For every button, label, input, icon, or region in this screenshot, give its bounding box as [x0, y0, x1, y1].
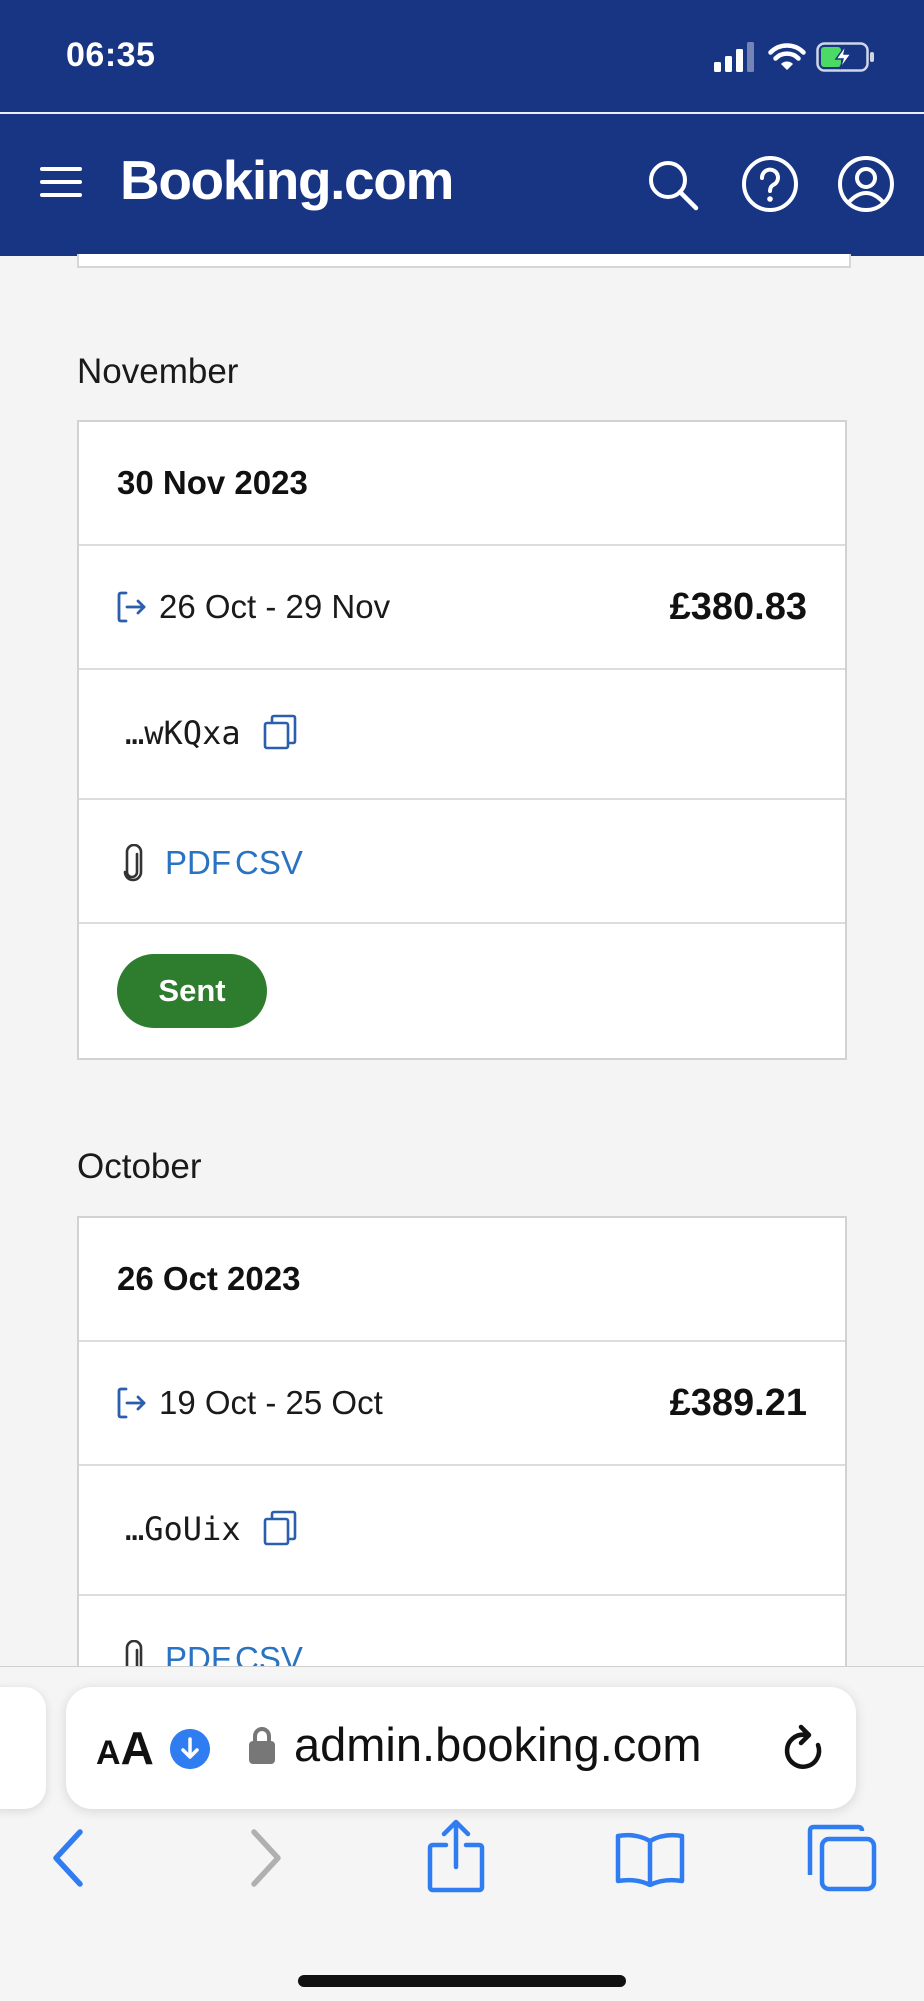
pdf-download-link[interactable]: PDF — [165, 1640, 231, 1666]
csv-download-link[interactable]: CSV — [235, 844, 303, 882]
battery-charging-icon — [816, 42, 874, 72]
home-indicator — [298, 1975, 626, 1987]
lock-icon — [249, 1727, 275, 1764]
statement-period: 19 Oct - 25 Oct — [159, 1384, 383, 1421]
back-icon[interactable] — [48, 1827, 88, 1889]
copy-icon[interactable] — [263, 1510, 297, 1546]
wifi-icon — [768, 43, 806, 70]
browser-toolbar: AA admin.booking.com — [0, 1666, 924, 2001]
address-bar[interactable]: AA admin.booking.com — [66, 1687, 856, 1809]
statement-files-row: PDF CSV — [79, 800, 845, 924]
booking-header: Booking.com — [0, 112, 924, 256]
reader-options-button[interactable]: AA — [96, 1721, 154, 1775]
status-badge: Sent — [117, 954, 267, 1028]
share-icon[interactable] — [426, 1819, 486, 1893]
search-icon[interactable] — [642, 154, 702, 214]
statement-reference: …GoUix — [125, 1510, 241, 1548]
status-time: 06:35 — [66, 36, 156, 74]
statement-card: 26 Oct 2023 19 Oct - 25 Oct £389.21 …GoU… — [77, 1216, 847, 1666]
copy-icon[interactable] — [263, 714, 297, 750]
attachment-icon — [125, 1640, 143, 1666]
statement-date: 26 Oct 2023 — [117, 1260, 301, 1297]
statement-period-row: 19 Oct - 25 Oct £389.21 — [79, 1342, 845, 1466]
bookmarks-icon[interactable] — [614, 1831, 686, 1887]
statement-reference-row: …GoUix — [79, 1466, 845, 1596]
attachment-icon — [123, 844, 143, 882]
statement-amount: £380.83 — [669, 586, 807, 628]
previous-tab-preview[interactable] — [0, 1687, 46, 1809]
statement-period: 26 Oct - 29 Nov — [159, 588, 391, 625]
csv-download-link[interactable]: CSV — [235, 1640, 303, 1666]
statement-period-row: 26 Oct - 29 Nov £380.83 — [79, 546, 845, 670]
statement-reference-row: …wKQxa — [79, 670, 845, 800]
forward-icon[interactable] — [246, 1827, 286, 1889]
month-heading: October — [77, 1147, 202, 1186]
tabs-icon[interactable] — [806, 1823, 878, 1893]
statement-date: 30 Nov 2023 — [117, 464, 308, 501]
statement-date-row: 26 Oct 2023 — [79, 1218, 845, 1342]
account-icon[interactable] — [836, 154, 896, 214]
period-arrow-icon — [117, 591, 146, 623]
pdf-download-link[interactable]: PDF — [165, 844, 231, 882]
statement-files-row: PDF CSV — [79, 1596, 845, 1666]
previous-card — [77, 254, 851, 268]
cellular-signal-icon — [714, 42, 754, 72]
statement-amount: £389.21 — [669, 1382, 807, 1424]
help-icon[interactable] — [740, 154, 800, 214]
period-arrow-icon — [117, 1387, 146, 1419]
statement-date-row: 30 Nov 2023 — [79, 422, 845, 546]
month-heading: November — [77, 352, 239, 391]
url-text[interactable]: admin.booking.com — [294, 1717, 702, 1772]
booking-logo[interactable]: Booking.com — [120, 148, 454, 212]
statement-reference: …wKQxa — [125, 714, 241, 752]
download-indicator-icon[interactable] — [170, 1729, 210, 1769]
reload-icon[interactable] — [780, 1723, 828, 1775]
statement-card: 30 Nov 2023 26 Oct - 29 Nov £380.83 …wKQ… — [77, 420, 847, 1060]
statement-status-row: Sent — [79, 924, 845, 1058]
statements-list: November 30 Nov 2023 26 Oct - 29 Nov £38… — [0, 254, 924, 1666]
hamburger-menu-icon[interactable] — [40, 164, 82, 200]
status-bar: 06:35 — [0, 0, 924, 112]
